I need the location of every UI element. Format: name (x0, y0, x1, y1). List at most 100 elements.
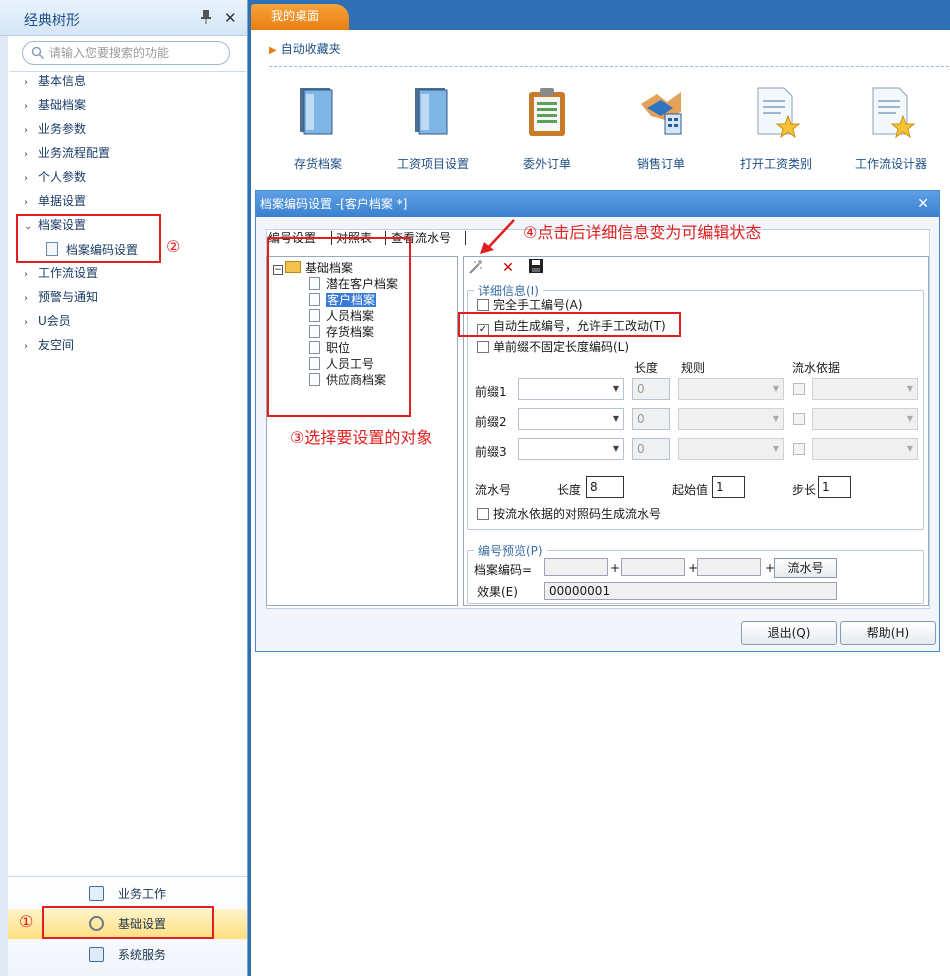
sidebar-item-basic-archive[interactable]: › 基础档案 (24, 95, 86, 117)
panel-title: 经典树形 (24, 13, 80, 29)
shortcut-open-salary-category[interactable]: 打开工资类别 (720, 86, 832, 172)
sidebar-item-personal-params[interactable]: › 个人参数 (24, 167, 86, 189)
shortcut-inventory-archive[interactable]: 存货档案 (262, 86, 374, 172)
checkbox-box (477, 508, 489, 520)
exit-button[interactable]: 退出(Q) (741, 621, 837, 645)
start-value-label: 起始值 (672, 483, 709, 497)
sidebar-item-doc-settings[interactable]: › 单据设置 (24, 191, 86, 213)
triangle-right-icon: ▶ (269, 45, 277, 56)
dropdown-arrow-icon: ▼ (612, 444, 619, 453)
shortcut-label: 存货档案 (293, 157, 342, 171)
system-service-button[interactable]: 系统服务 (8, 940, 247, 970)
preview-prefix2 (621, 558, 685, 576)
prefix1-serial-select[interactable]: ▼ (812, 378, 918, 400)
search-icon (31, 46, 45, 60)
prefix2-length[interactable]: 0 (632, 408, 670, 430)
annotation-box-tree (267, 237, 411, 417)
dropdown-arrow-icon: ▼ (612, 414, 619, 423)
left-edge (0, 0, 8, 976)
sidebar-item-alerts[interactable]: › 预警与通知 (24, 287, 98, 309)
search-input[interactable] (49, 45, 225, 61)
prefix2-serial-select[interactable]: ▼ (812, 408, 918, 430)
shortcut-sales-order[interactable]: 销售订单 (605, 86, 717, 172)
prefix2-type-select[interactable]: ▼ (518, 408, 624, 430)
sidebar-item-label: 单据设置 (38, 194, 87, 208)
dropdown-arrow-icon: ▼ (906, 444, 913, 453)
serial-number-button[interactable]: 流水号 (774, 558, 837, 578)
sidebar-item-u-member[interactable]: › U会员 (24, 311, 71, 333)
manual-code-checkbox[interactable]: 完全手工编号(A) (477, 297, 583, 313)
prefix1-type-select[interactable]: ▼ (518, 378, 624, 400)
shortcut-workflow-designer[interactable]: 工作流设计器 (835, 86, 947, 172)
prefix3-serial-select[interactable]: ▼ (812, 438, 918, 460)
pin-icon[interactable] (200, 10, 212, 24)
prefix2-label: 前缀2 (475, 415, 507, 429)
col-serial-header: 流水依据 (792, 361, 841, 375)
shortcut-salary-item-settings[interactable]: 工资项目设置 (377, 86, 489, 172)
business-work-button[interactable]: 业务工作 (8, 879, 247, 909)
save-icon[interactable] (526, 258, 546, 278)
sidebar-item-label: 个人参数 (38, 170, 87, 184)
step-label: 步长 (792, 483, 817, 497)
start-value-input[interactable]: 1 (712, 476, 745, 498)
col-rule-header: 规则 (681, 361, 706, 375)
left-panel: 经典树形 ✕ › 基本信息 › 基础档案 › 业务参数 › 业务流程配置 › 个人参数 ›… (0, 0, 248, 976)
step-input[interactable]: 1 (818, 476, 851, 498)
chevron-right-icon: › (24, 341, 28, 352)
length-input[interactable]: 8 (586, 476, 624, 498)
button-label: 系统服务 (117, 948, 166, 962)
sidebar-item-business-params[interactable]: › 业务参数 (24, 119, 86, 141)
help-button[interactable]: 帮助(H) (840, 621, 936, 645)
search-box[interactable] (22, 41, 230, 65)
delete-icon[interactable]: ✕ (498, 258, 518, 278)
effect-value: 00000001 (544, 582, 837, 600)
checkbox-label: 按流水依据的对照码生成流水号 (493, 507, 662, 521)
dropdown-arrow-icon: ▼ (612, 384, 619, 393)
prefix3-rule-select[interactable]: ▼ (678, 438, 784, 460)
prefix1-rule-select[interactable]: ▼ (678, 378, 784, 400)
sidebar-item-basic-info[interactable]: › 基本信息 (24, 71, 86, 93)
shortcut-label: 工作流设计器 (854, 157, 927, 171)
favorites-header[interactable]: ▶ 自动收藏夹 (269, 40, 341, 64)
close-icon[interactable]: ✕ (224, 9, 237, 27)
edit-wand-icon[interactable] (466, 258, 486, 278)
left-panel-header: 经典树形 ✕ (0, 0, 247, 36)
server-icon (88, 947, 104, 962)
prefix1-length[interactable]: 0 (632, 378, 670, 400)
sidebar-item-process-config[interactable]: › 业务流程配置 (24, 143, 110, 165)
sidebar-item-label: 业务流程配置 (38, 146, 111, 160)
annotation-box-auto-code (458, 312, 681, 337)
prefix3-type-select[interactable]: ▼ (518, 438, 624, 460)
plus-sign: + (610, 561, 621, 575)
dropdown-arrow-icon: ▼ (772, 414, 779, 423)
sidebar-item-friend-space[interactable]: › 友空间 (24, 335, 74, 357)
checkbox-box (477, 341, 489, 353)
annotation-step-1: ① (19, 912, 34, 931)
prefix3-length[interactable]: 0 (632, 438, 670, 460)
tab-my-desktop[interactable]: 我的桌面 (251, 4, 349, 30)
ref-code-serial-checkbox[interactable]: 按流水依据的对照码生成流水号 (477, 506, 661, 522)
arrow-icon (480, 219, 515, 254)
dropdown-arrow-icon: ▼ (772, 384, 779, 393)
close-icon[interactable]: ✕ (917, 191, 929, 217)
clipboard-icon (529, 88, 565, 136)
annotation-box-archive-settings (16, 214, 161, 263)
books-icon (300, 88, 333, 135)
chevron-right-icon: › (24, 293, 28, 304)
favorites-label: 自动收藏夹 (280, 42, 341, 56)
prefix2-rule-select[interactable]: ▼ (678, 408, 784, 430)
annotation-box-base-settings (42, 906, 214, 939)
chevron-right-icon: › (24, 197, 28, 208)
sidebar-item-workflow[interactable]: › 工作流设置 (24, 263, 98, 285)
prefix2-serial-checkbox[interactable] (793, 413, 805, 425)
prefix3-serial-checkbox[interactable] (793, 443, 805, 455)
prefix1-serial-checkbox[interactable] (793, 383, 805, 395)
prefix3-label: 前缀3 (475, 445, 507, 459)
prefix-variable-checkbox[interactable]: 单前缀不固定长度编码(L) (477, 339, 629, 355)
shortcut-outsourcing-order[interactable]: 委外订单 (491, 86, 603, 172)
chevron-right-icon: › (24, 269, 28, 280)
effect-label: 效果(E) (477, 585, 518, 599)
preview-legend: 编号预览(P) (478, 544, 543, 558)
annotation-step-3: ③选择要设置的对象 (290, 428, 433, 447)
sidebar-item-label: 友空间 (38, 338, 75, 352)
